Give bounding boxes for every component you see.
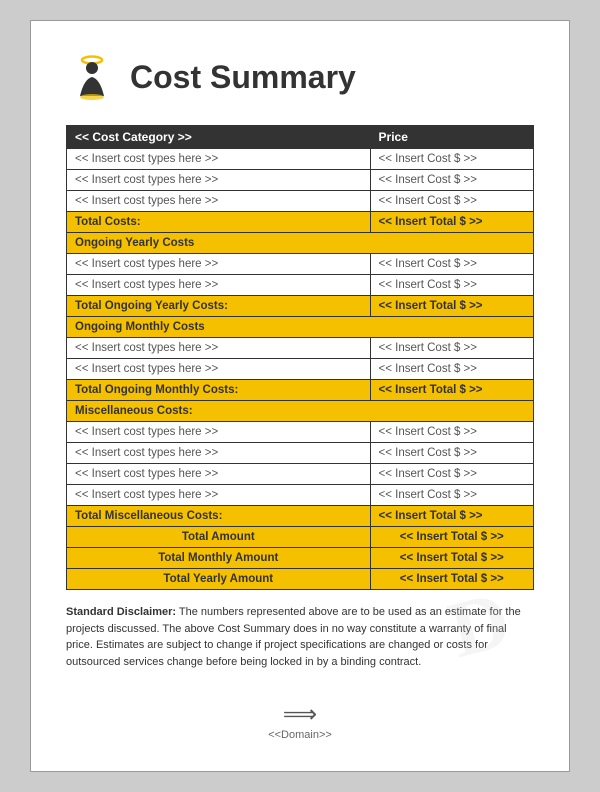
- total-label: Total Costs:: [67, 212, 371, 233]
- footer-domain-label: <<Domain>>: [66, 729, 534, 741]
- page: Cost Summary << Cost Category >> Price <…: [30, 20, 570, 772]
- page-title: Cost Summary: [130, 59, 356, 96]
- footer-icon: ⟹: [66, 700, 534, 729]
- header: Cost Summary: [66, 51, 534, 103]
- table-row: << Insert cost types here >> << Insert C…: [67, 359, 534, 380]
- cell-price: << Insert Cost $ >>: [370, 191, 533, 212]
- section-label: Ongoing Yearly Costs: [67, 233, 534, 254]
- table-row: << Insert cost types here >> << Insert C…: [67, 149, 534, 170]
- total-label: Total Ongoing Monthly Costs:: [67, 380, 371, 401]
- table-header-row: << Cost Category >> Price: [67, 126, 534, 149]
- footer: ⟹ <<Domain>>: [66, 700, 534, 741]
- cell-price: << Insert Cost $ >>: [370, 359, 533, 380]
- cell-category: << Insert cost types here >>: [67, 464, 371, 485]
- total-row: Total Miscellaneous Costs: << Insert Tot…: [67, 506, 534, 527]
- summary-label: Total Yearly Amount: [67, 569, 371, 590]
- summary-label: Total Monthly Amount: [67, 548, 371, 569]
- summary-value: << Insert Total $ >>: [370, 569, 533, 590]
- total-value: << Insert Total $ >>: [370, 212, 533, 233]
- section-label: Miscellaneous Costs:: [67, 401, 534, 422]
- table-row: << Insert cost types here >> << Insert C…: [67, 485, 534, 506]
- summary-value: << Insert Total $ >>: [370, 548, 533, 569]
- cell-category: << Insert cost types here >>: [67, 443, 371, 464]
- cell-category: << Insert cost types here >>: [67, 170, 371, 191]
- summary-row: Total Amount << Insert Total $ >>: [67, 527, 534, 548]
- total-value: << Insert Total $ >>: [370, 506, 533, 527]
- total-row: Total Ongoing Yearly Costs: << Insert To…: [67, 296, 534, 317]
- cell-category: << Insert cost types here >>: [67, 254, 371, 275]
- cell-category: << Insert cost types here >>: [67, 191, 371, 212]
- total-label: Total Miscellaneous Costs:: [67, 506, 371, 527]
- cell-price: << Insert Cost $ >>: [370, 275, 533, 296]
- total-row: Total Costs: << Insert Total $ >>: [67, 212, 534, 233]
- summary-row: Total Yearly Amount << Insert Total $ >>: [67, 569, 534, 590]
- section-label-row: Ongoing Monthly Costs: [67, 317, 534, 338]
- cell-price: << Insert Cost $ >>: [370, 485, 533, 506]
- summary-label: Total Amount: [67, 527, 371, 548]
- table-row: << Insert cost types here >> << Insert C…: [67, 191, 534, 212]
- header-icon: [66, 51, 118, 103]
- cell-price: << Insert Cost $ >>: [370, 149, 533, 170]
- table-row: << Insert cost types here >> << Insert C…: [67, 170, 534, 191]
- cell-category: << Insert cost types here >>: [67, 338, 371, 359]
- summary-row: Total Monthly Amount << Insert Total $ >…: [67, 548, 534, 569]
- summary-value: << Insert Total $ >>: [370, 527, 533, 548]
- cost-table: << Cost Category >> Price << Insert cost…: [66, 125, 534, 590]
- section-label: Ongoing Monthly Costs: [67, 317, 534, 338]
- cell-price: << Insert Cost $ >>: [370, 338, 533, 359]
- disclaimer: Standard Disclaimer: The numbers represe…: [66, 604, 534, 670]
- table-row: << Insert cost types here >> << Insert C…: [67, 464, 534, 485]
- cell-price: << Insert Cost $ >>: [370, 422, 533, 443]
- total-row: Total Ongoing Monthly Costs: << Insert T…: [67, 380, 534, 401]
- col-price-header: Price: [370, 126, 533, 149]
- cell-category: << Insert cost types here >>: [67, 359, 371, 380]
- disclaimer-label: Standard Disclaimer:: [66, 606, 176, 618]
- cell-price: << Insert Cost $ >>: [370, 464, 533, 485]
- total-value: << Insert Total $ >>: [370, 380, 533, 401]
- cell-category: << Insert cost types here >>: [67, 149, 371, 170]
- table-row: << Insert cost types here >> << Insert C…: [67, 275, 534, 296]
- section-label-row: Miscellaneous Costs:: [67, 401, 534, 422]
- col-category-header: << Cost Category >>: [67, 126, 371, 149]
- cell-price: << Insert Cost $ >>: [370, 170, 533, 191]
- cell-category: << Insert cost types here >>: [67, 422, 371, 443]
- table-row: << Insert cost types here >> << Insert C…: [67, 443, 534, 464]
- cell-category: << Insert cost types here >>: [67, 485, 371, 506]
- cell-category: << Insert cost types here >>: [67, 275, 371, 296]
- section-label-row: Ongoing Yearly Costs: [67, 233, 534, 254]
- cell-price: << Insert Cost $ >>: [370, 443, 533, 464]
- total-value: << Insert Total $ >>: [370, 296, 533, 317]
- table-row: << Insert cost types here >> << Insert C…: [67, 422, 534, 443]
- total-label: Total Ongoing Yearly Costs:: [67, 296, 371, 317]
- table-row: << Insert cost types here >> << Insert C…: [67, 338, 534, 359]
- cell-price: << Insert Cost $ >>: [370, 254, 533, 275]
- table-row: << Insert cost types here >> << Insert C…: [67, 254, 534, 275]
